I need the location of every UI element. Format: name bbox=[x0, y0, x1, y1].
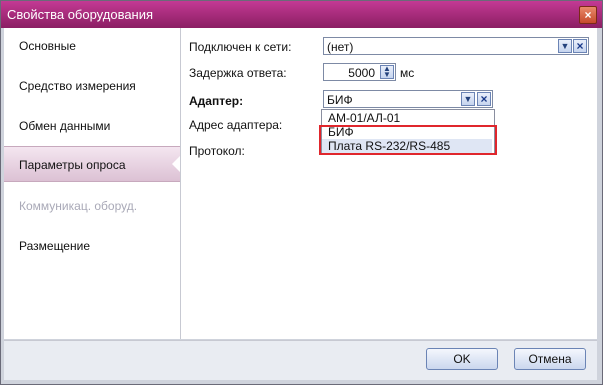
sidebar-item-label: Основные bbox=[19, 39, 76, 53]
network-value: (нет) bbox=[327, 40, 354, 54]
adapter-clear-button[interactable]: × bbox=[477, 92, 491, 106]
adapter-value: БИФ bbox=[327, 93, 353, 107]
close-button[interactable]: × bbox=[579, 6, 597, 24]
clear-icon: × bbox=[576, 39, 584, 53]
adapter-dropdown-button[interactable]: ▼ bbox=[461, 92, 475, 106]
network-label: Подключен к сети: bbox=[189, 40, 292, 54]
sidebar-item-measuring-instrument[interactable]: Средство измерения bbox=[4, 68, 180, 104]
network-dropdown-button[interactable]: ▼ bbox=[558, 39, 572, 53]
clear-icon: × bbox=[480, 92, 488, 106]
ok-button[interactable]: OK bbox=[426, 348, 498, 370]
network-select[interactable]: (нет) ▼ × bbox=[323, 37, 589, 55]
sidebar-item-communication-equipment: Коммуникац. оборуд. bbox=[4, 188, 180, 224]
sidebar-item-label: Обмен данными bbox=[19, 119, 111, 133]
sidebar-item-label: Размещение bbox=[19, 239, 90, 253]
close-icon: × bbox=[584, 8, 592, 22]
dialog-footer: OK Отмена bbox=[4, 340, 597, 380]
adapter-label: Адаптер: bbox=[189, 94, 244, 108]
sidebar: Основные Средство измерения Обмен данным… bbox=[4, 28, 181, 339]
form-panel: Подключен к сети: (нет) ▼ × Задержка отв… bbox=[181, 28, 597, 339]
sidebar-item-label: Коммуникац. оборуд. bbox=[19, 199, 138, 213]
sidebar-item-label: Параметры опроса bbox=[19, 158, 126, 172]
delay-unit: мс bbox=[400, 66, 415, 80]
sidebar-item-polling-parameters[interactable]: Параметры опроса bbox=[4, 146, 180, 182]
spin-icon[interactable]: ▲ ▼ bbox=[380, 65, 394, 79]
sidebar-item-data-exchange[interactable]: Обмен данными bbox=[4, 108, 180, 144]
delay-label: Задержка ответа: bbox=[189, 66, 287, 80]
chevron-down-icon: ▼ bbox=[463, 94, 473, 104]
sidebar-item-placement[interactable]: Размещение bbox=[4, 228, 180, 264]
delay-input[interactable]: 5000 ▲ ▼ bbox=[323, 63, 396, 81]
chevron-down-icon: ▼ bbox=[560, 41, 570, 51]
adapter-select[interactable]: БИФ ▼ × bbox=[323, 90, 493, 108]
protocol-label: Протокол: bbox=[189, 144, 245, 158]
annotation-highlight-frame bbox=[319, 125, 497, 155]
adapter-option[interactable]: АМ-01/АЛ-01 bbox=[322, 111, 492, 125]
cancel-button[interactable]: Отмена bbox=[514, 348, 586, 370]
title-bar[interactable]: Свойства оборудования × bbox=[1, 1, 602, 28]
sidebar-item-basic[interactable]: Основные bbox=[4, 28, 180, 64]
delay-value: 5000 bbox=[348, 66, 375, 80]
window-title: Свойства оборудования bbox=[7, 7, 154, 22]
network-clear-button[interactable]: × bbox=[573, 39, 587, 53]
adapter-address-label: Адрес адаптера: bbox=[189, 118, 283, 132]
active-pointer-icon bbox=[172, 156, 180, 172]
sidebar-item-label: Средство измерения bbox=[19, 79, 136, 93]
